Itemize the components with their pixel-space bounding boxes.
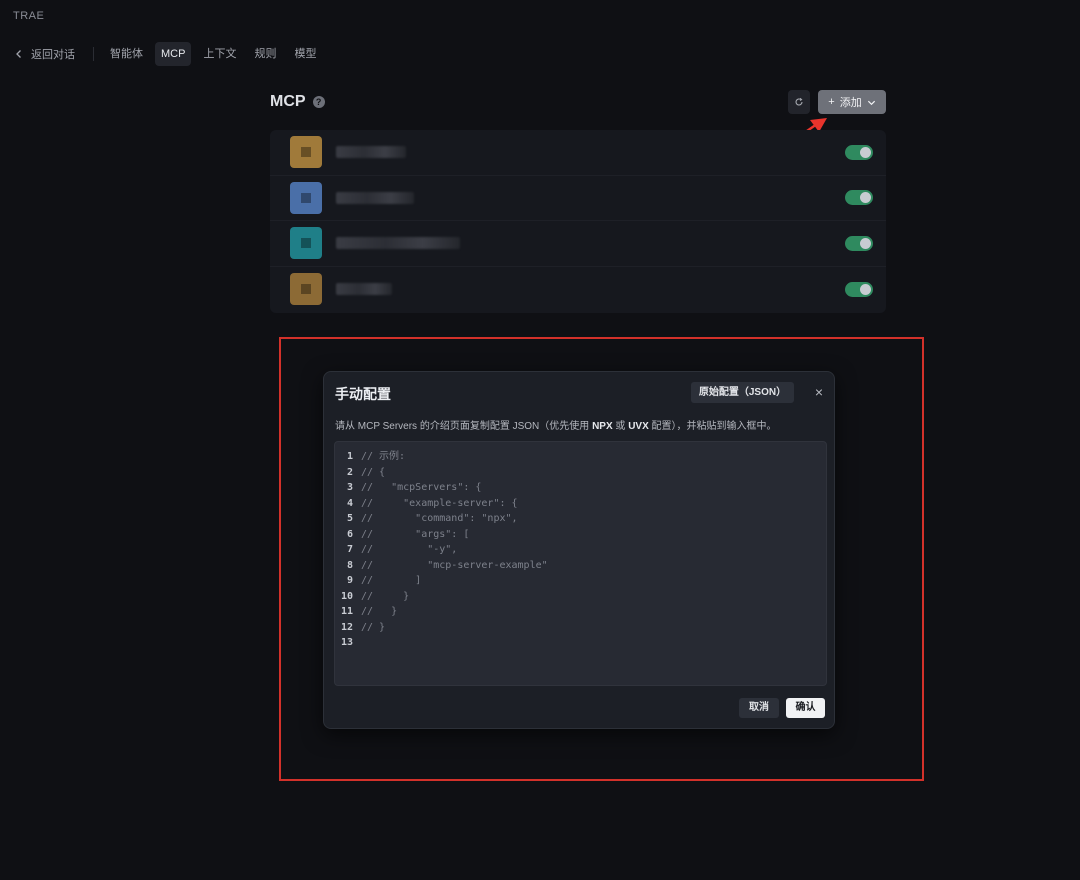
code-line: 2 // { — [335, 465, 826, 481]
code-text: // "mcp-server-example" — [361, 559, 548, 571]
code-text: // 示例: — [361, 451, 406, 462]
server-name-redacted — [336, 146, 406, 159]
line-number: 5 — [346, 513, 353, 524]
dialog-title: 手动配置 — [335, 386, 391, 402]
code-line: 4 // "example-server": { — [335, 496, 826, 512]
line-number: 11 — [340, 606, 353, 617]
line-number: 1 — [346, 451, 353, 462]
tab-context[interactable]: 上下文 — [197, 42, 242, 66]
desc-text: 配置），并粘贴到输入框中。 — [648, 421, 777, 432]
add-button-label: 添加 — [839, 97, 862, 109]
list-item[interactable] — [270, 176, 886, 221]
server-toggle[interactable] — [845, 281, 873, 297]
raw-config-button[interactable]: 原始配置（JSON） — [691, 382, 794, 403]
close-icon[interactable]: × — [812, 385, 826, 399]
nav-divider — [93, 47, 94, 61]
code-line: 12 // } — [335, 620, 826, 636]
back-label: 返回对话 — [31, 49, 75, 61]
refresh-icon — [795, 97, 803, 106]
code-line: 11 // } — [335, 604, 826, 620]
code-line: 6 // "args": [ — [335, 527, 826, 543]
tab-agents[interactable]: 智能体 — [104, 42, 149, 66]
desc-text: 请从 MCP Servers 的介绍页面复制配置 JSON（优先使用 — [335, 421, 593, 432]
code-line: 1 // 示例: — [335, 449, 826, 465]
app-title: TRAE — [13, 10, 45, 22]
plus-icon: + — [828, 96, 835, 108]
server-name-redacted — [336, 237, 460, 250]
dialog-description: 请从 MCP Servers 的介绍页面复制配置 JSON（优先使用 NPX 或… — [335, 417, 777, 432]
line-number: 4 — [346, 497, 353, 509]
list-item[interactable] — [270, 221, 886, 267]
code-line: 9 // ] — [335, 573, 826, 589]
code-text: // "example-server": { — [361, 497, 518, 509]
desc-text: 或 — [612, 421, 629, 432]
cancel-button[interactable]: 取消 — [739, 698, 779, 718]
chevron-down-icon — [867, 100, 875, 105]
add-button[interactable]: + 添加 — [818, 90, 886, 114]
tab-mcp[interactable]: MCP — [155, 42, 192, 66]
code-line: 13 — [335, 635, 826, 651]
code-line: 10 // } — [335, 589, 826, 605]
server-avatar — [290, 227, 322, 260]
server-name-redacted — [336, 283, 392, 296]
refresh-button[interactable] — [788, 90, 810, 114]
help-icon[interactable]: ? — [312, 96, 325, 108]
chevron-left-icon — [16, 50, 21, 58]
line-number: 12 — [340, 621, 353, 633]
server-avatar — [290, 273, 322, 306]
server-avatar — [290, 181, 322, 214]
server-avatar — [290, 136, 322, 169]
server-toggle[interactable] — [845, 235, 873, 251]
desc-npx: NPX — [592, 421, 613, 432]
code-text: // "mcpServers": { — [361, 482, 482, 493]
line-number: 2 — [346, 466, 353, 478]
code-line: 3 // "mcpServers": { — [335, 480, 826, 496]
tab-rules[interactable]: 规则 — [248, 42, 282, 66]
server-name-redacted — [336, 191, 414, 204]
code-text: // "args": [ — [361, 528, 470, 540]
code-line: 7 // "-y", — [335, 542, 826, 558]
server-toggle[interactable] — [845, 144, 873, 160]
code-line: 8 // "mcp-server-example" — [335, 558, 826, 574]
list-item[interactable] — [270, 130, 886, 176]
code-text: // { — [361, 466, 386, 478]
top-nav: 返回对话 智能体 MCP 上下文 规则 模型 — [10, 42, 328, 66]
line-number: 3 — [346, 482, 353, 493]
page-title-text: MCP — [270, 93, 306, 110]
back-button[interactable]: 返回对话 — [10, 42, 79, 66]
code-text: // } — [361, 606, 398, 617]
desc-uvx: UVX — [628, 421, 649, 432]
code-line: 5 // "command": "npx", — [335, 511, 826, 527]
page-title: MCP ? — [270, 93, 325, 111]
list-item[interactable] — [270, 267, 886, 313]
mcp-server-list — [270, 130, 886, 313]
code-text: // } — [361, 590, 410, 602]
server-toggle[interactable] — [845, 190, 873, 206]
manual-config-dialog: 手动配置 原始配置（JSON） × 请从 MCP Servers 的介绍页面复制… — [323, 371, 835, 729]
line-number: 9 — [346, 575, 353, 586]
line-number: 6 — [346, 528, 353, 540]
code-text: // "-y", — [361, 544, 458, 555]
code-text: // ] — [361, 575, 422, 586]
tab-models[interactable]: 模型 — [288, 42, 322, 66]
code-text: // } — [361, 621, 386, 633]
confirm-button[interactable]: 确认 — [786, 698, 825, 718]
json-editor[interactable]: 1 // 示例: 2 // { 3 // "mcpServers": { 4 // "exam… — [334, 441, 827, 686]
line-number: 7 — [346, 544, 353, 555]
line-number: 10 — [340, 590, 353, 602]
line-number: 13 — [340, 637, 353, 648]
code-text: // "command": "npx", — [361, 513, 518, 524]
line-number: 8 — [346, 559, 353, 571]
